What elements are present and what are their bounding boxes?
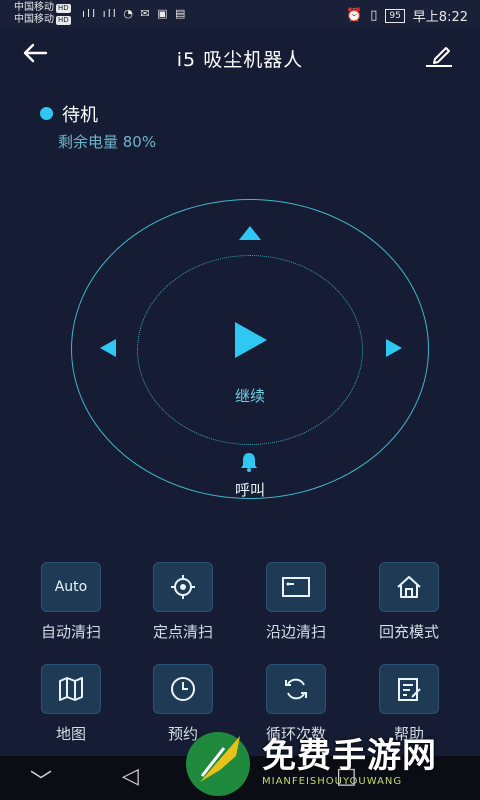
- page-title: i5 吸尘机器人: [176, 49, 304, 71]
- alarm-icon: ⏰: [346, 8, 363, 23]
- map-button[interactable]: 地图: [15, 664, 127, 744]
- battery-indicator: 95: [385, 8, 405, 23]
- map-icon: [41, 664, 101, 714]
- home-icon: [379, 562, 439, 612]
- edge-icon: [266, 562, 326, 612]
- hide-keyboard-icon[interactable]: ﹀: [30, 764, 52, 796]
- status-right: ⏰ ▯ 95 早上8:22: [346, 6, 468, 25]
- carrier-2: 中国移动 HD: [14, 14, 71, 25]
- app-header: i5 吸尘机器人: [0, 28, 480, 88]
- edge-clean-button[interactable]: 沿边清扫: [240, 562, 352, 642]
- vibrate-icon: ▯: [370, 8, 378, 23]
- remaining-battery: 剩余电量 80%: [58, 133, 157, 151]
- clock: 早上8:22: [412, 10, 468, 25]
- status-label: 待机: [62, 105, 98, 126]
- watermark-text: 免费手游网: [262, 736, 437, 776]
- spot-clean-button[interactable]: 定点清扫: [127, 562, 239, 642]
- call-button[interactable]: 呼叫: [200, 479, 300, 500]
- recharge-button[interactable]: 回充模式: [353, 562, 465, 642]
- left-arrow-icon[interactable]: [100, 339, 116, 357]
- device-status: 待机: [40, 101, 98, 127]
- auto-icon: Auto: [41, 562, 101, 612]
- status-dot-icon: [40, 107, 53, 120]
- item-label: 地图: [55, 725, 86, 743]
- bell-icon[interactable]: [238, 451, 260, 477]
- item-label: 预约: [167, 725, 198, 743]
- back-nav-icon[interactable]: ◁: [122, 764, 139, 789]
- carrier-1: 中国移动 HD: [14, 2, 71, 13]
- auto-clean-button[interactable]: Auto 自动清扫: [15, 562, 127, 642]
- help-doc-icon: [379, 664, 439, 714]
- right-arrow-icon[interactable]: [386, 339, 402, 357]
- status-bar: 中国移动 HD 中国移动 HD ıll ıll ◔ ✉ ▣ ▤ ⏰ ▯ 95 早上8…: [0, 0, 480, 28]
- clock-icon: [153, 664, 213, 714]
- item-label: 沿边清扫: [265, 623, 326, 641]
- target-icon: [153, 562, 213, 612]
- item-label: 定点清扫: [152, 623, 213, 641]
- item-label: 自动清扫: [40, 623, 101, 641]
- signal-icons: ıll ıll ◔ ✉ ▣ ▤: [82, 7, 188, 20]
- play-icon[interactable]: [235, 322, 267, 358]
- forward-arrow-icon[interactable]: [239, 226, 261, 240]
- item-label: 回充模式: [378, 623, 439, 641]
- edit-icon[interactable]: [424, 44, 454, 74]
- continue-label: 继续: [234, 387, 265, 405]
- watermark-subtext: MIANFEISHOUYOUWANG: [262, 776, 403, 787]
- schedule-button[interactable]: 预约: [127, 664, 239, 744]
- home-nav-icon[interactable]: ○: [226, 764, 245, 789]
- cycle-icon: [266, 664, 326, 714]
